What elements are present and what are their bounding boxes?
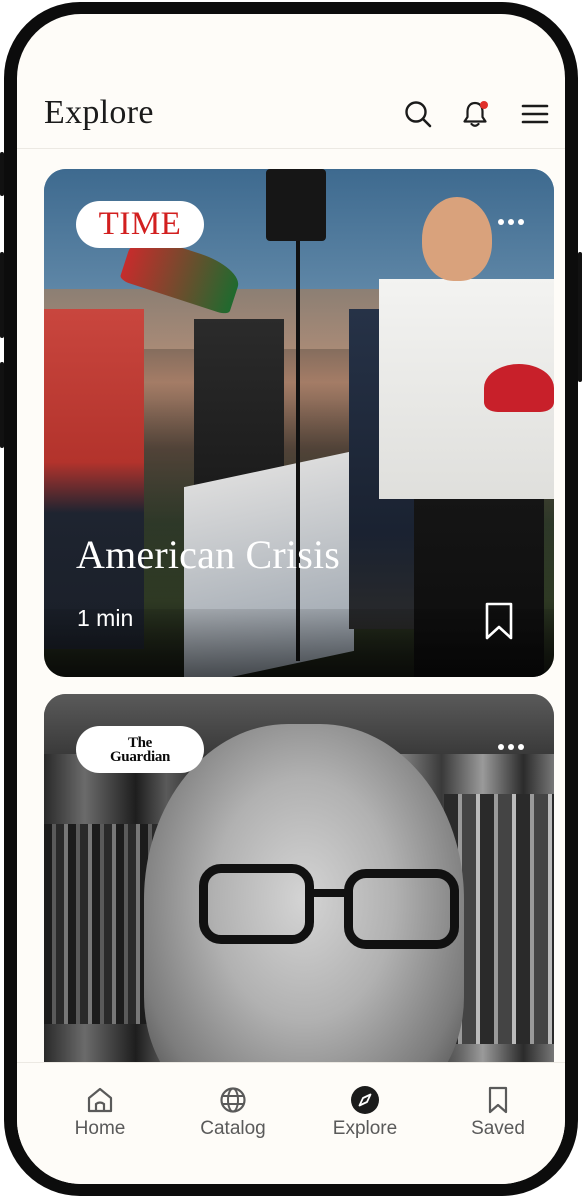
source-logo-line: Guardian bbox=[109, 748, 171, 765]
source-badge: TIME bbox=[76, 201, 204, 248]
search-icon bbox=[405, 101, 432, 128]
source-badge: The Guardian bbox=[76, 726, 204, 773]
read-time: 1 min bbox=[77, 605, 134, 631]
phone-frame: Explore TIME American Crisis 1 min The G… bbox=[0, 2, 582, 1196]
menu-button[interactable] bbox=[519, 98, 551, 130]
volume-down-button bbox=[0, 362, 4, 448]
article-card[interactable]: TIME American Crisis 1 min bbox=[44, 169, 554, 677]
bookmark-icon bbox=[488, 1086, 508, 1114]
article-card[interactable]: The Guardian bbox=[44, 694, 554, 1062]
bookmark-icon bbox=[485, 602, 513, 640]
notifications-button[interactable] bbox=[459, 98, 491, 130]
menu-icon bbox=[521, 104, 549, 124]
power-button bbox=[578, 252, 582, 382]
app-screen: Explore TIME American Crisis 1 min The G… bbox=[17, 14, 565, 1184]
more-options-icon[interactable] bbox=[498, 217, 526, 227]
nav-label: Catalog bbox=[200, 1118, 266, 1139]
explore-feed[interactable]: TIME American Crisis 1 min The Guardian bbox=[17, 149, 565, 1062]
globe-icon bbox=[220, 1087, 246, 1113]
nav-item-explore[interactable]: Explore bbox=[310, 1085, 420, 1140]
compass-icon bbox=[351, 1086, 379, 1114]
bottom-navigation: Home Catalog Explore Saved bbox=[17, 1062, 565, 1184]
source-logo-guardian: The Guardian bbox=[109, 734, 171, 765]
home-icon bbox=[87, 1087, 113, 1113]
notification-dot bbox=[480, 101, 488, 109]
page-title: Explore bbox=[44, 94, 154, 131]
nav-label: Saved bbox=[471, 1118, 525, 1139]
search-button[interactable] bbox=[402, 98, 434, 130]
volume-up-button bbox=[0, 252, 4, 338]
nav-label: Explore bbox=[332, 1118, 398, 1139]
nav-item-catalog[interactable]: Catalog bbox=[178, 1085, 288, 1140]
bookmark-button[interactable] bbox=[484, 601, 514, 641]
app-header: Explore bbox=[17, 76, 565, 149]
nav-label: Home bbox=[74, 1118, 126, 1139]
more-options-icon[interactable] bbox=[498, 742, 526, 752]
nav-item-home[interactable]: Home bbox=[45, 1085, 155, 1140]
mute-switch bbox=[0, 152, 4, 196]
source-logo-line: The bbox=[127, 734, 153, 751]
source-logo-time: TIME bbox=[98, 206, 182, 242]
article-title: American Crisis bbox=[76, 532, 341, 577]
nav-item-saved[interactable]: Saved bbox=[443, 1085, 553, 1140]
